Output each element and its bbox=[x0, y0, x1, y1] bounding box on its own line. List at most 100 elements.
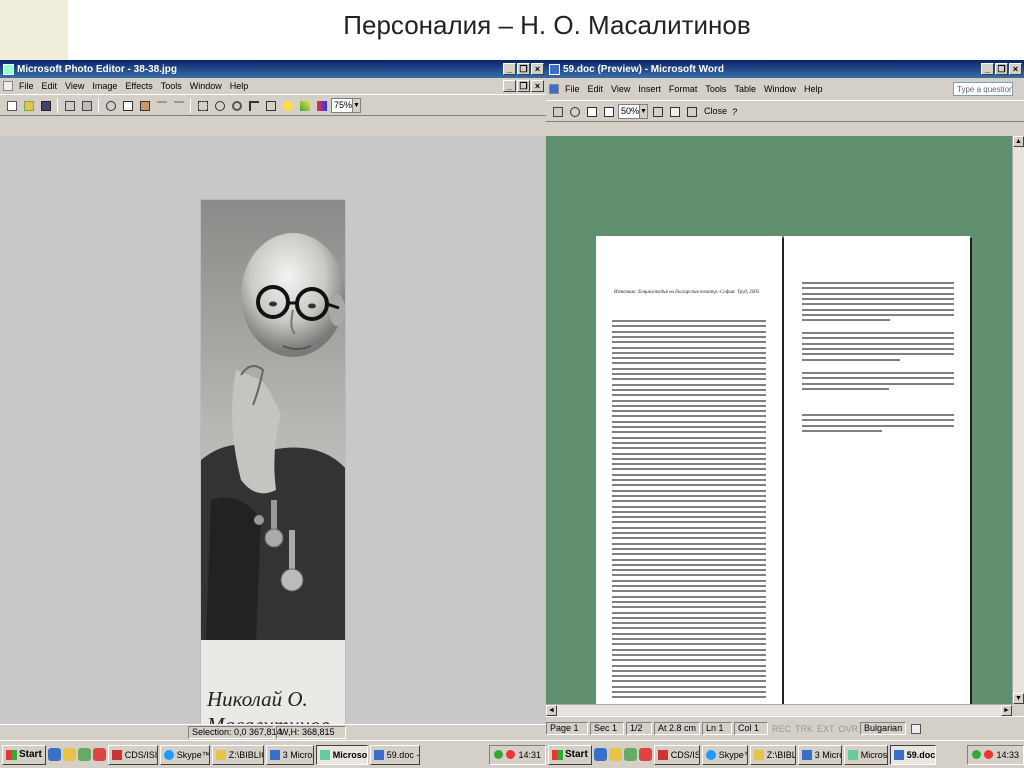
open-icon[interactable] bbox=[21, 98, 36, 113]
task-biblioteka[interactable]: Z:\BIBLIOT... bbox=[211, 744, 264, 765]
task-microsoft-group[interactable]: 3 Micros... bbox=[265, 744, 314, 765]
word-titlebar[interactable]: 59.doc (Preview) - Microsoft Word _ ❐ × bbox=[546, 60, 1024, 78]
tray-icon[interactable] bbox=[506, 750, 516, 759]
menu-file[interactable]: File bbox=[15, 81, 38, 91]
menu-insert[interactable]: Insert bbox=[634, 84, 665, 94]
tray-icon[interactable] bbox=[972, 750, 982, 759]
status-ext[interactable]: EXT bbox=[815, 724, 837, 734]
text-icon[interactable] bbox=[246, 98, 261, 113]
menu-window[interactable]: Window bbox=[760, 84, 800, 94]
photo-editor-titlebar[interactable]: Microsoft Photo Editor - 38-38.jpg _ ❐ × bbox=[0, 60, 546, 78]
scroll-down-icon[interactable]: ▼ bbox=[1013, 693, 1024, 704]
fullscreen-icon[interactable] bbox=[684, 104, 699, 119]
menu-edit[interactable]: Edit bbox=[38, 81, 62, 91]
pen-icon[interactable] bbox=[297, 98, 312, 113]
zoom-select[interactable]: 75% ▼ bbox=[331, 97, 361, 113]
quicklaunch-icon[interactable] bbox=[638, 748, 652, 761]
rotate-icon[interactable] bbox=[229, 98, 244, 113]
quicklaunch-icon[interactable] bbox=[92, 748, 106, 761]
scan-icon[interactable] bbox=[79, 98, 94, 113]
select-icon[interactable] bbox=[195, 98, 210, 113]
shrink-icon[interactable] bbox=[667, 104, 682, 119]
task-microsoft-group[interactable]: 3 Micros... bbox=[797, 744, 842, 765]
status-trk[interactable]: TRK bbox=[793, 724, 815, 734]
effects-icon[interactable] bbox=[280, 98, 295, 113]
doc-close-button[interactable]: × bbox=[531, 80, 544, 92]
zoom-select[interactable]: 50% ▼ bbox=[618, 103, 648, 119]
minimize-button[interactable]: _ bbox=[503, 63, 516, 75]
menu-table[interactable]: Table bbox=[730, 84, 760, 94]
task-photo-editor[interactable]: Microsoft... bbox=[843, 744, 888, 765]
one-page-icon[interactable] bbox=[584, 104, 599, 119]
vertical-scrollbar[interactable]: ▲ ▼ bbox=[1012, 136, 1024, 704]
doc-restore-button[interactable]: ❐ bbox=[517, 80, 530, 92]
status-ovr[interactable]: OVR bbox=[837, 724, 861, 734]
status-rec[interactable]: REC bbox=[770, 724, 793, 734]
start-button[interactable]: Start bbox=[2, 744, 46, 765]
color-icon[interactable] bbox=[314, 98, 329, 113]
restore-button[interactable]: ❐ bbox=[995, 63, 1008, 75]
new-icon[interactable] bbox=[4, 98, 19, 113]
cut-icon[interactable] bbox=[103, 98, 118, 113]
ruler-icon[interactable] bbox=[650, 104, 665, 119]
text-line bbox=[612, 388, 766, 391]
scroll-left-icon[interactable]: ◄ bbox=[546, 705, 557, 716]
tray-icon[interactable] bbox=[984, 750, 994, 759]
menu-help[interactable]: Help bbox=[226, 81, 253, 91]
help-search-input[interactable]: Type a question for help bbox=[953, 82, 1013, 96]
task-biblioteka[interactable]: Z:\BIBLIOT... bbox=[749, 744, 796, 765]
task-59doc[interactable]: 59.doc - M... bbox=[369, 744, 420, 765]
menu-tools[interactable]: Tools bbox=[157, 81, 186, 91]
chevron-down-icon[interactable]: ▼ bbox=[639, 104, 647, 118]
scroll-right-icon[interactable]: ► bbox=[1001, 705, 1012, 716]
minimize-button[interactable]: _ bbox=[981, 63, 994, 75]
menu-view[interactable]: View bbox=[61, 81, 88, 91]
paste-icon[interactable] bbox=[137, 98, 152, 113]
redo-icon[interactable] bbox=[171, 98, 186, 113]
task-59doc[interactable]: 59.doc (... bbox=[889, 744, 936, 765]
undo-icon[interactable] bbox=[154, 98, 169, 113]
folder-icon[interactable] bbox=[62, 748, 76, 761]
doc-minimize-button[interactable]: _ bbox=[503, 80, 516, 92]
zoom-icon[interactable] bbox=[212, 98, 227, 113]
copy-icon[interactable] bbox=[120, 98, 135, 113]
task-skype[interactable]: Skype™ - b... bbox=[701, 744, 748, 765]
close-button[interactable]: × bbox=[531, 63, 544, 75]
restore-button[interactable]: ❐ bbox=[517, 63, 530, 75]
folder-icon[interactable] bbox=[608, 748, 622, 761]
help-icon[interactable]: ? bbox=[729, 104, 744, 119]
horizontal-scrollbar[interactable]: ◄ ► bbox=[546, 704, 1012, 716]
magnifier-icon[interactable] bbox=[567, 104, 582, 119]
multiple-pages-icon[interactable] bbox=[601, 104, 616, 119]
chevron-down-icon[interactable]: ▼ bbox=[352, 98, 360, 112]
print-icon[interactable] bbox=[62, 98, 77, 113]
preview-page-2[interactable] bbox=[784, 236, 970, 740]
save-icon[interactable] bbox=[38, 98, 53, 113]
preview-page-1[interactable]: Източник: Енциклопедия на българския теа… bbox=[596, 236, 782, 740]
menu-help[interactable]: Help bbox=[800, 84, 827, 94]
menu-image[interactable]: Image bbox=[88, 81, 121, 91]
menu-view[interactable]: View bbox=[607, 84, 634, 94]
print-icon[interactable] bbox=[550, 104, 565, 119]
menu-window[interactable]: Window bbox=[186, 81, 226, 91]
menu-format[interactable]: Format bbox=[665, 84, 702, 94]
close-preview-button[interactable]: Close bbox=[704, 106, 727, 116]
ie-icon[interactable] bbox=[593, 748, 607, 761]
start-button[interactable]: Start bbox=[548, 744, 592, 765]
quicklaunch-icon[interactable] bbox=[623, 748, 637, 761]
menu-effects[interactable]: Effects bbox=[121, 81, 156, 91]
spelling-icon[interactable] bbox=[908, 721, 923, 736]
close-button[interactable]: × bbox=[1009, 63, 1022, 75]
menu-file[interactable]: File bbox=[561, 84, 584, 94]
task-cdsisis[interactable]: CDS/ISIS f... bbox=[107, 744, 158, 765]
task-cdsisis[interactable]: CDS/ISIS f... bbox=[653, 744, 700, 765]
ie-icon[interactable] bbox=[47, 748, 61, 761]
menu-edit[interactable]: Edit bbox=[584, 84, 608, 94]
menu-tools[interactable]: Tools bbox=[701, 84, 730, 94]
tray-icon[interactable] bbox=[494, 750, 504, 759]
scroll-up-icon[interactable]: ▲ bbox=[1013, 136, 1024, 147]
crop-icon[interactable] bbox=[263, 98, 278, 113]
task-photo-editor[interactable]: Microsof... bbox=[315, 744, 368, 765]
quicklaunch-icon[interactable] bbox=[77, 748, 91, 761]
task-skype[interactable]: Skype™ - b... bbox=[159, 744, 210, 765]
